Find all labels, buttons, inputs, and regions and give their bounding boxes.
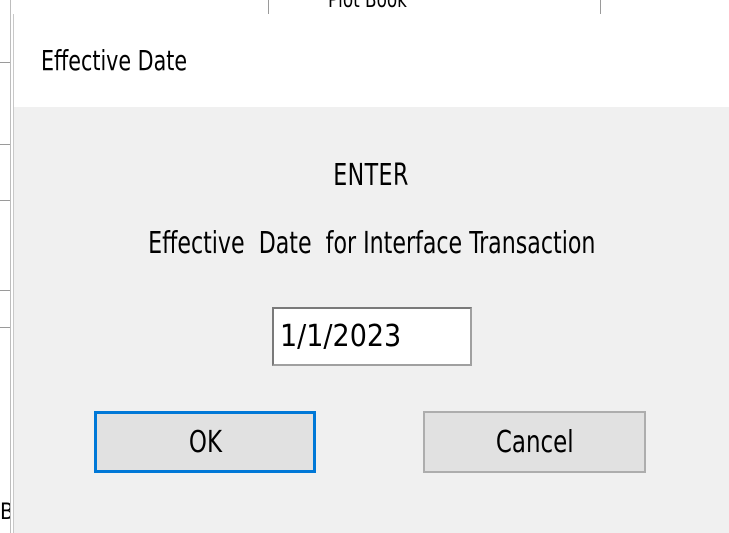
cancel-button[interactable]: Cancel [423, 411, 646, 473]
background-left-text: B [0, 500, 10, 525]
dialog-heading-text: ENTER [333, 158, 410, 193]
background-grid-line [0, 144, 10, 145]
background-grid-line [0, 327, 10, 328]
dialog-prompt: Effective Date for Interface Transaction [14, 226, 729, 261]
cancel-button-label: Cancel [495, 424, 574, 460]
effective-date-input[interactable] [272, 307, 472, 366]
background-header-text: Plot Book [328, 0, 407, 13]
ok-button-label: OK [188, 424, 222, 460]
dialog-prompt-text: Effective Date for Interface Transaction [147, 226, 596, 261]
background-column-divider [268, 0, 269, 14]
background-grid-line [0, 290, 10, 291]
background-grid-line [0, 62, 10, 63]
screen: Plot Book B Effective Date ENTER Effecti… [0, 0, 729, 533]
background-left-strip [0, 0, 11, 533]
dialog-title-bar[interactable]: Effective Date [14, 14, 729, 107]
effective-date-dialog: Effective Date ENTER Effective Date for … [14, 14, 729, 533]
background-grid-line [0, 200, 10, 201]
background-column-divider [600, 0, 601, 14]
dialog-title: Effective Date [41, 44, 188, 77]
dialog-heading: ENTER [14, 158, 729, 193]
ok-button[interactable]: OK [94, 411, 316, 473]
